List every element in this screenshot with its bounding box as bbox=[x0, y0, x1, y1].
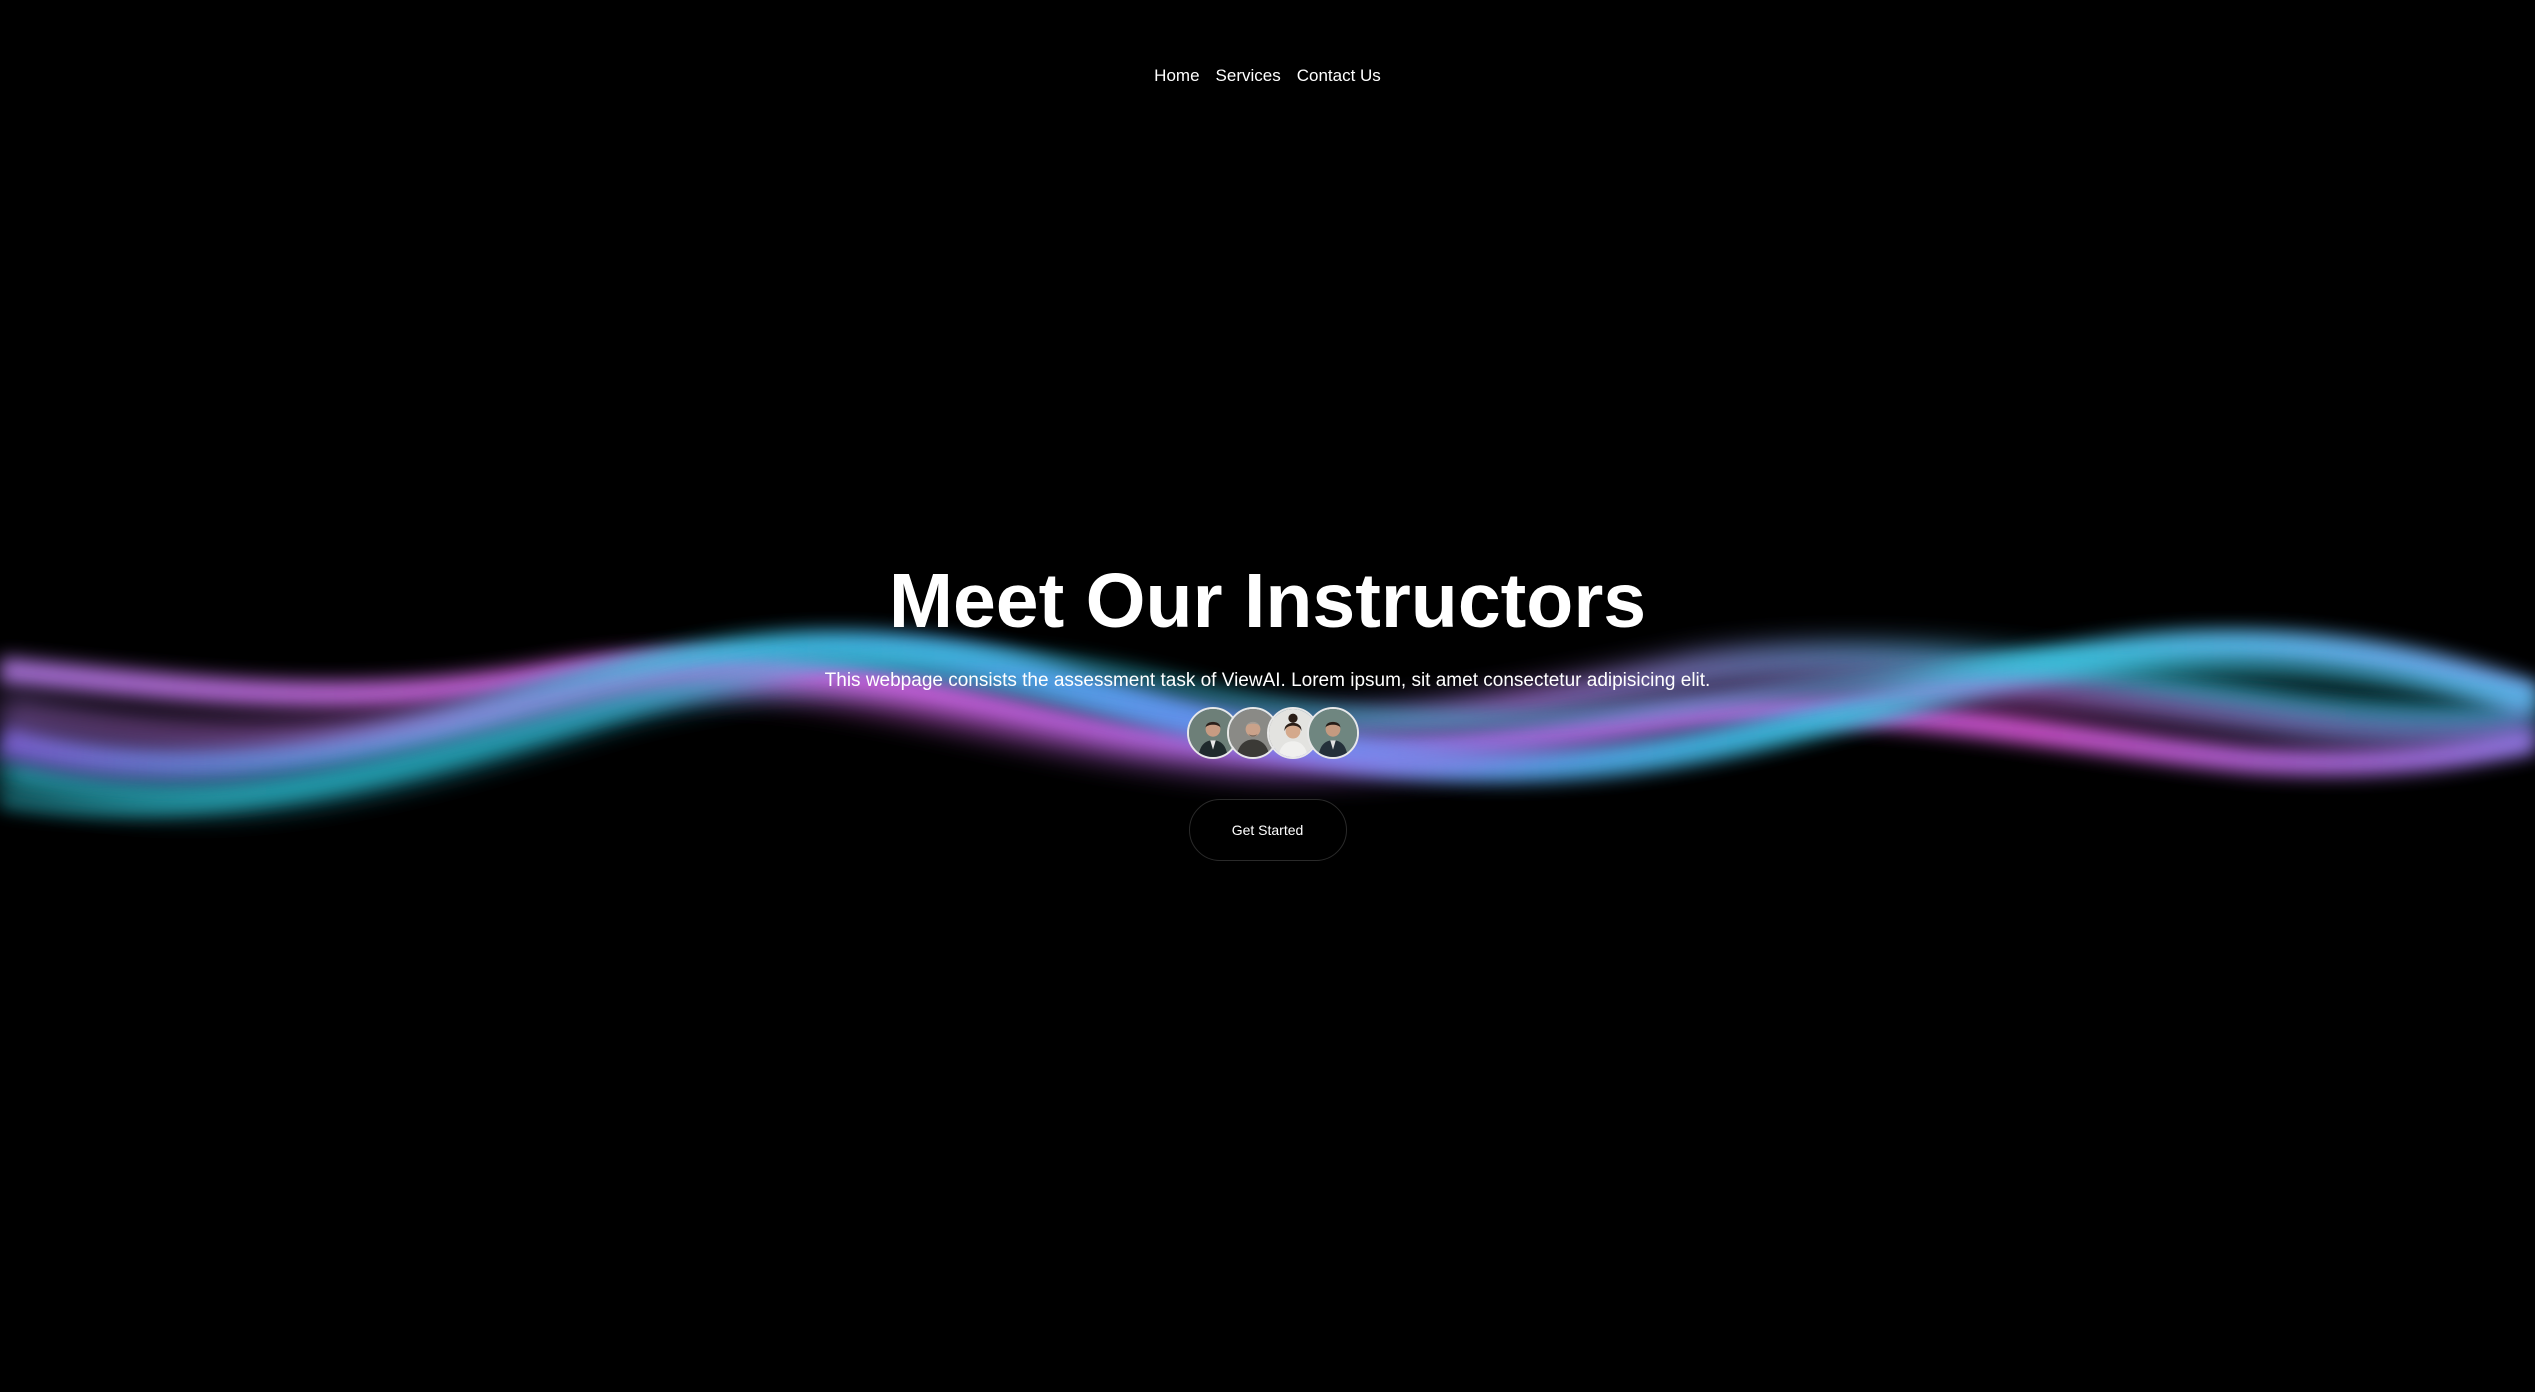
hero-subtitle: This webpage consists the assessment tas… bbox=[824, 670, 1711, 691]
nav-link-home[interactable]: Home bbox=[1154, 62, 1199, 90]
avatar bbox=[1306, 707, 1359, 759]
top-nav: Home Services Contact Us bbox=[0, 62, 2535, 90]
page-title: Meet Our Instructors bbox=[888, 558, 1647, 644]
nav-link-contact-us[interactable]: Contact Us bbox=[1297, 62, 1381, 90]
page: Home Services Contact Us Meet Our Instru… bbox=[0, 0, 2535, 1392]
nav-link-services[interactable]: Services bbox=[1216, 62, 1281, 90]
hero-section: Meet Our Instructors This webpage consis… bbox=[0, 555, 2535, 861]
get-started-button[interactable]: Get Started bbox=[1188, 799, 1347, 861]
instructor-avatars bbox=[1186, 707, 1359, 759]
